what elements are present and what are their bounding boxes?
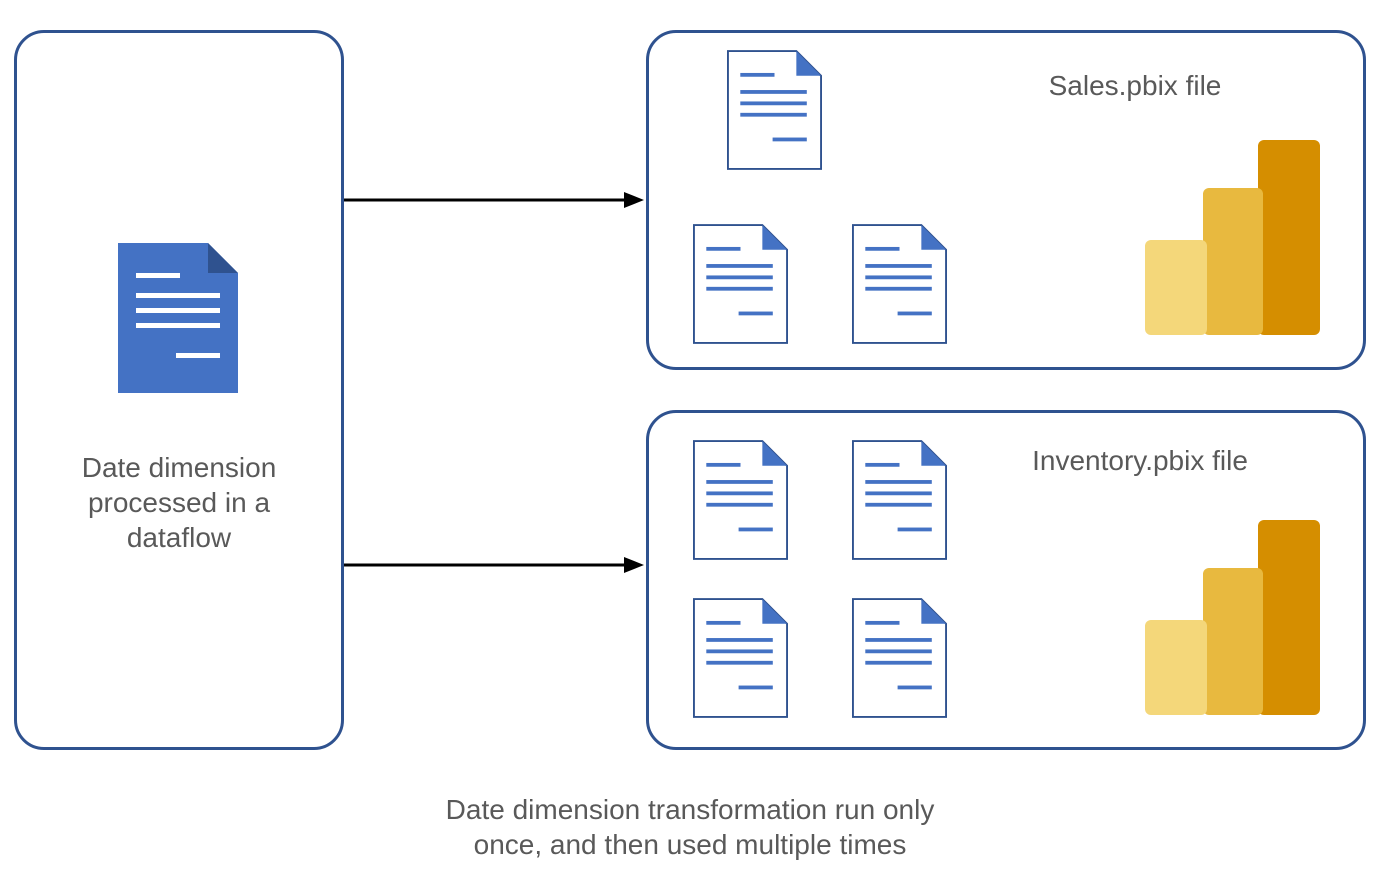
sales-title: Sales.pbix file [1010, 70, 1260, 102]
dataflow-caption: Date dimension processed in a dataflow [30, 450, 328, 555]
file-outline-icon [852, 224, 947, 344]
file-outline-icon [693, 224, 788, 344]
file-outline-icon [693, 440, 788, 560]
document-solid-icon [118, 243, 238, 393]
arrow-to-sales [344, 190, 644, 210]
powerbi-icon [1145, 140, 1320, 335]
file-outline-icon [852, 598, 947, 718]
powerbi-icon [1145, 520, 1320, 715]
file-outline-icon [852, 440, 947, 560]
inventory-title: Inventory.pbix file [1000, 445, 1280, 477]
file-outline-icon [693, 598, 788, 718]
footer-caption: Date dimension transformation run only o… [330, 792, 1050, 862]
arrow-to-inventory [344, 555, 644, 575]
file-outline-icon [727, 50, 822, 170]
